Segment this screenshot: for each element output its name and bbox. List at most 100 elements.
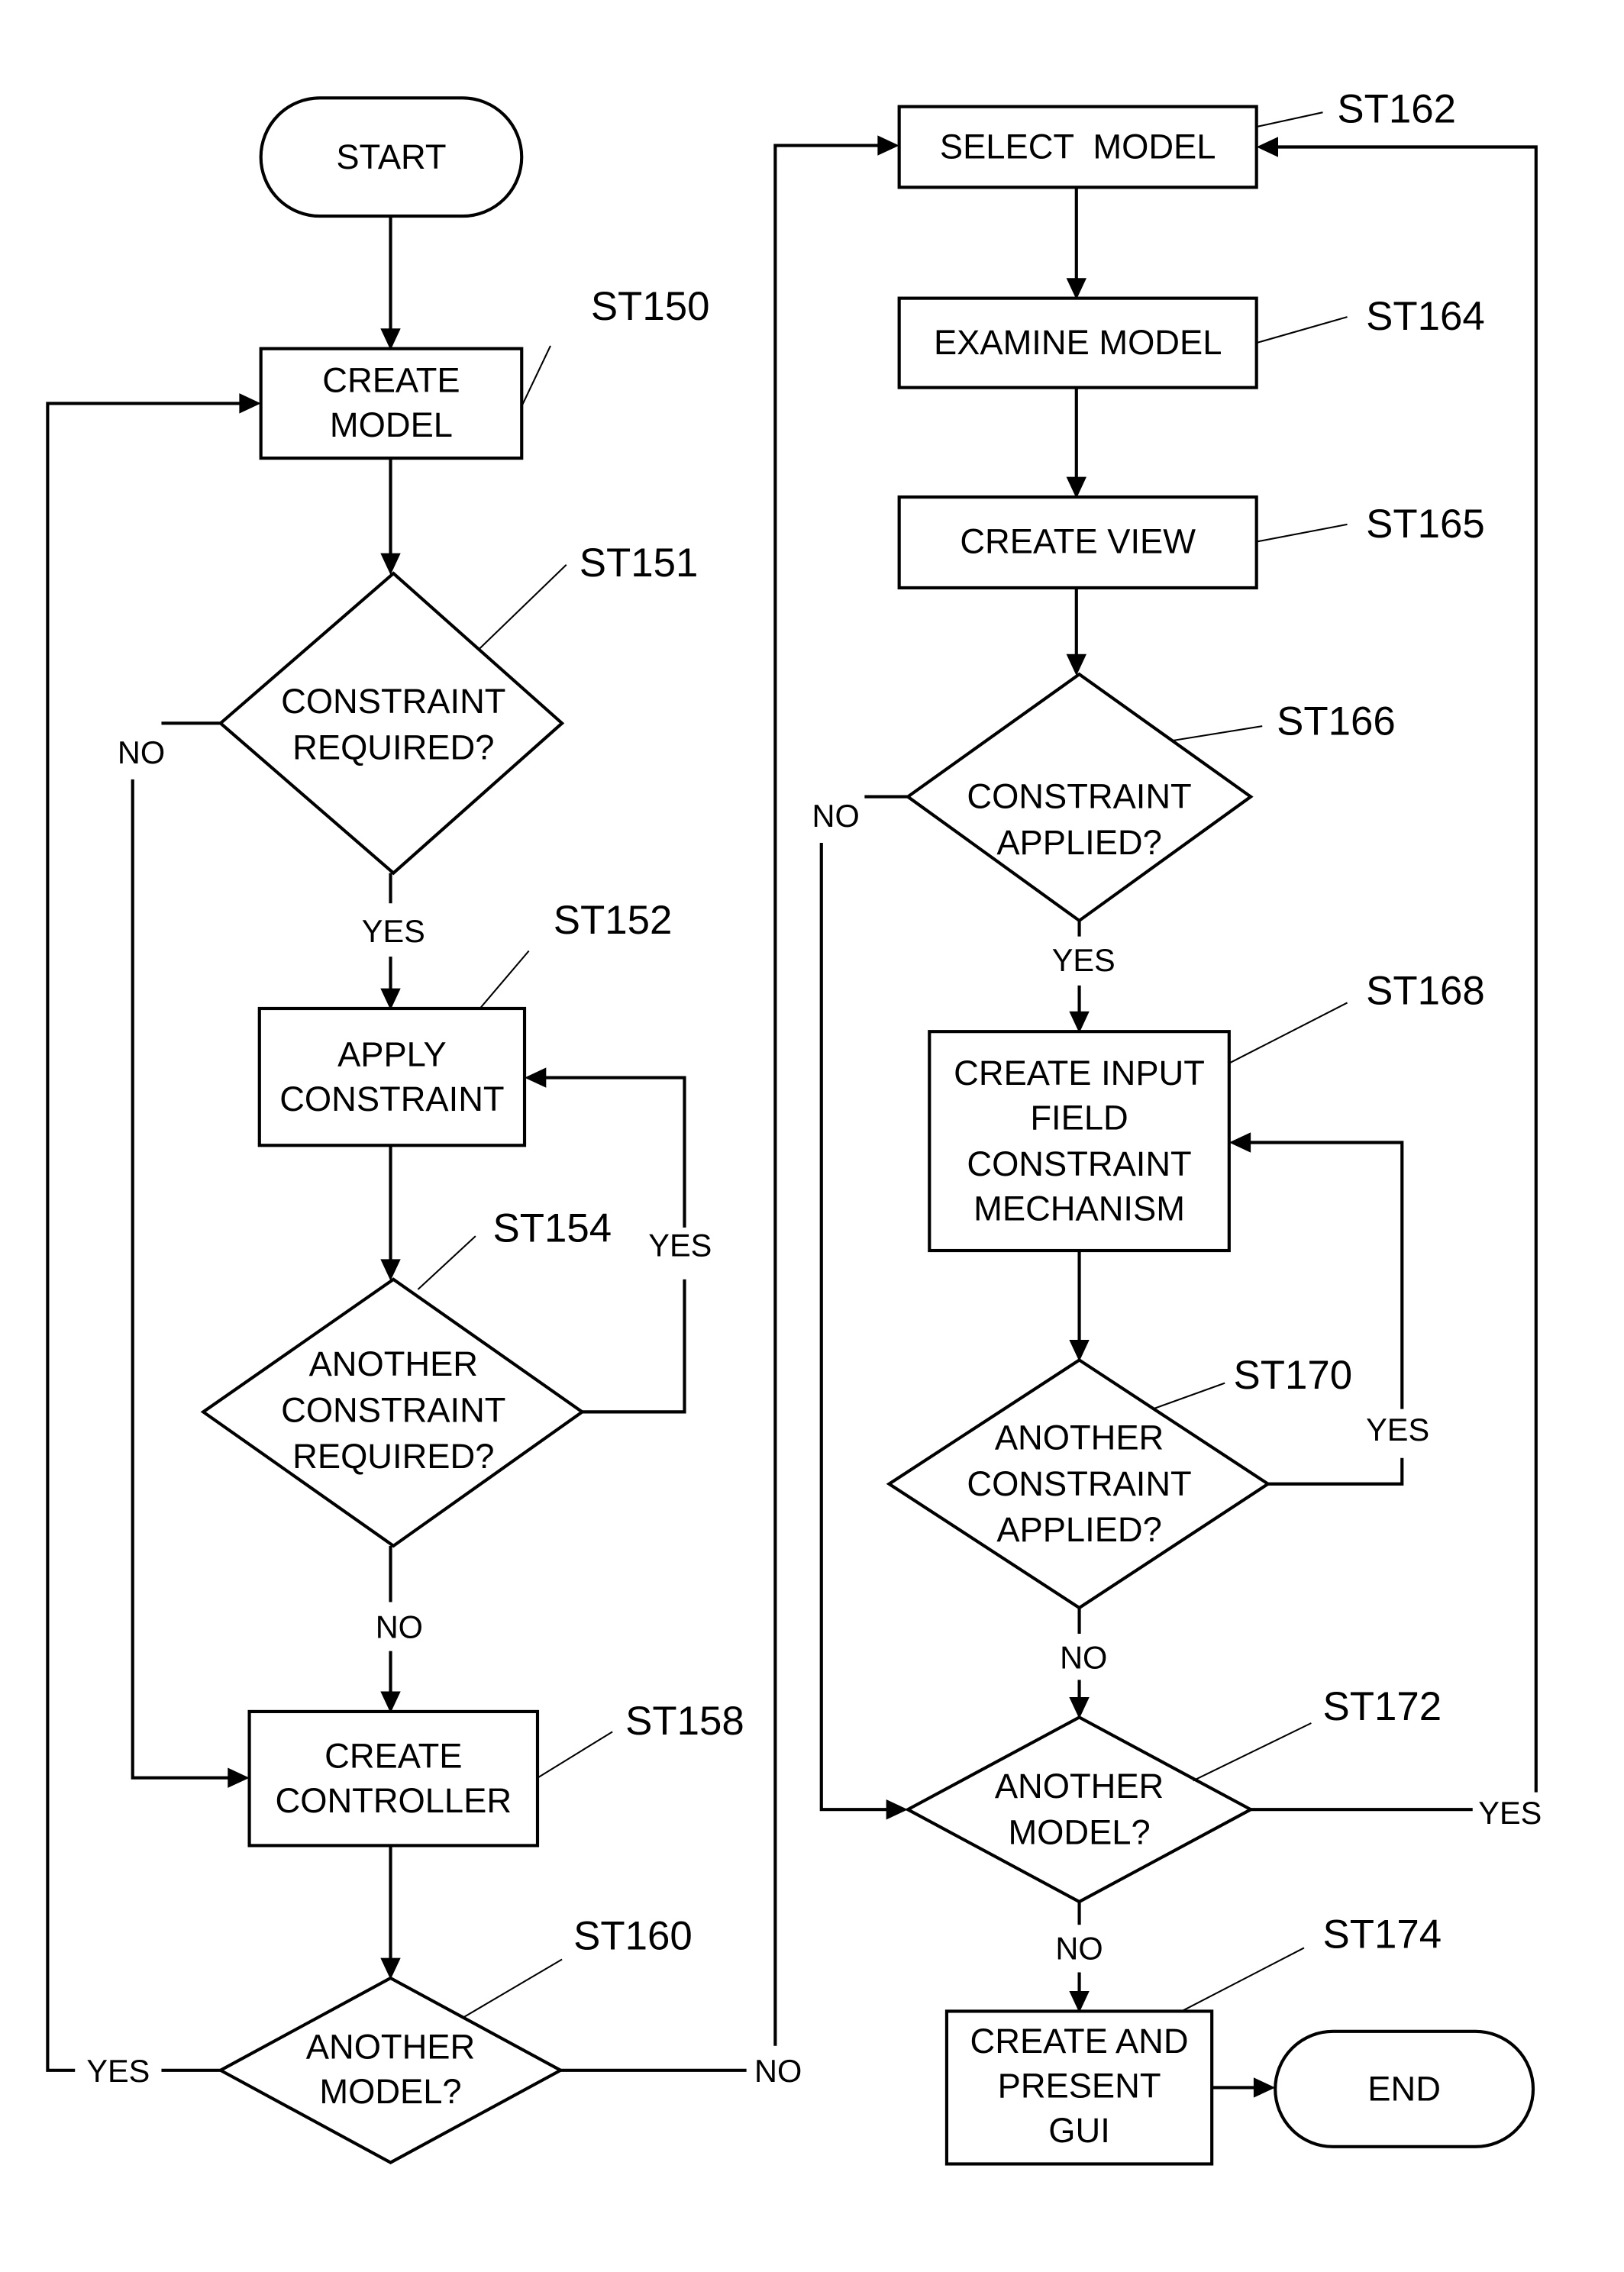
st150-label-line2: MODEL <box>330 405 453 444</box>
start-node: START <box>259 96 524 218</box>
st150-node: CREATE MODEL ST150 <box>259 284 710 460</box>
st158-box <box>247 1709 540 1848</box>
arrowhead <box>877 135 899 156</box>
end-label: END <box>1367 2069 1441 2108</box>
arrowhead <box>1066 278 1086 300</box>
st170-ref: ST170 <box>1233 1353 1352 1398</box>
arrowhead <box>1256 137 1278 157</box>
st172-yes-label: YES <box>1478 1795 1542 1831</box>
edge-st170-yes-stub <box>1267 1457 1404 1486</box>
st168-leader-line <box>1228 1002 1348 1064</box>
st152-box <box>257 1006 527 1147</box>
st154-leader-line <box>417 1235 476 1290</box>
st151-yes-label: YES <box>362 913 425 949</box>
st152-leader-line <box>479 950 530 1009</box>
st160-diamond <box>217 1976 564 2164</box>
st170-yes-label: YES <box>1366 1412 1429 1447</box>
st166-no-label: NO <box>812 798 860 834</box>
arrowhead <box>239 393 261 414</box>
st172-label-line1: ANOTHER <box>995 1767 1164 1806</box>
st168-label-line1: CREATE INPUT <box>954 1054 1205 1092</box>
st168-label-line4: MECHANISM <box>973 1189 1185 1228</box>
end-node: END <box>1274 2029 1535 2148</box>
st152-node: APPLY CONSTRAINT ST152 <box>257 898 673 1147</box>
arrowhead <box>1066 654 1086 676</box>
st160-no-label: NO <box>754 2053 802 2089</box>
edge-st151-no-to-st158 <box>131 779 231 1780</box>
st152-ref: ST152 <box>554 898 673 943</box>
st150-leader-line <box>521 345 551 407</box>
st151-label-line1: CONSTRAINT <box>281 682 505 721</box>
st154-node: ANOTHER CONSTRAINT REQUIRED? ST154 <box>200 1206 612 1548</box>
st162-ref: ST162 <box>1337 86 1456 131</box>
edge-st154-yes-to-st152 <box>543 1076 686 1228</box>
st168-label-line2: FIELD <box>1030 1099 1128 1138</box>
st158-ref: ST158 <box>625 1699 744 1744</box>
st172-node: ANOTHER MODEL? ST172 <box>904 1684 1442 1904</box>
st170-label-line2: CONSTRAINT <box>967 1464 1191 1503</box>
st168-ref: ST168 <box>1366 968 1485 1013</box>
st160-label-line1: ANOTHER <box>306 2028 475 2067</box>
st160-label-line2: MODEL? <box>319 2072 461 2111</box>
st172-diamond <box>904 1715 1254 1904</box>
st165-node: CREATE VIEW ST165 <box>897 495 1485 590</box>
st160-ref: ST160 <box>573 1913 693 1958</box>
arrowhead <box>380 328 401 350</box>
edge-st154-yes-stub <box>582 1279 686 1414</box>
arrowhead <box>380 553 401 575</box>
arrowhead <box>1069 1011 1090 1034</box>
edge-st166-no-to-st172 <box>819 842 889 1812</box>
st174-label-line1: CREATE AND <box>970 2022 1189 2061</box>
st158-node: CREATE CONTROLLER ST158 <box>247 1699 744 1848</box>
arrowhead <box>525 1067 547 1088</box>
st154-no-label: NO <box>376 1609 423 1645</box>
st152-label-line2: CONSTRAINT <box>279 1080 504 1118</box>
arrowhead <box>1069 1697 1090 1719</box>
st165-label: CREATE VIEW <box>960 522 1196 561</box>
st168-label-line3: CONSTRAINT <box>967 1144 1191 1183</box>
st174-leader-line <box>1181 1947 1305 2012</box>
st158-label-line2: CONTROLLER <box>276 1781 512 1820</box>
st151-no-label: NO <box>118 734 165 770</box>
edge-st160-no-to-st162 <box>773 144 881 2046</box>
st172-ref: ST172 <box>1322 1684 1442 1729</box>
arrowhead <box>380 1259 401 1281</box>
st150-ref: ST150 <box>591 284 710 329</box>
arrowhead <box>1066 476 1086 499</box>
st166-label-line2: APPLIED? <box>996 823 1161 862</box>
st174-label-line3: GUI <box>1048 2111 1110 2150</box>
st158-leader-line <box>537 1731 613 1779</box>
st154-label-line2: CONSTRAINT <box>281 1391 505 1430</box>
st160-node: ANOTHER MODEL? ST160 <box>217 1913 693 2164</box>
st165-ref: ST165 <box>1366 502 1485 547</box>
st166-leader-line <box>1173 725 1263 742</box>
st154-ref: ST154 <box>493 1206 612 1251</box>
st154-label-line3: REQUIRED? <box>292 1437 494 1476</box>
st152-label-line1: APPLY <box>337 1034 447 1073</box>
st170-no-label: NO <box>1060 1639 1107 1675</box>
edge-st160-yes-to-st150 <box>46 402 243 2072</box>
start-label: START <box>336 137 446 176</box>
arrowhead <box>380 988 401 1010</box>
st170-node: ANOTHER CONSTRAINT APPLIED? ST170 <box>886 1353 1352 1610</box>
st162-leader-line <box>1256 111 1323 128</box>
st166-ref: ST166 <box>1277 699 1396 744</box>
st172-label-line2: MODEL? <box>1008 1813 1150 1852</box>
arrowhead <box>1253 2077 1276 2098</box>
arrowhead <box>380 1691 401 1713</box>
st166-node: CONSTRAINT APPLIED? ST166 <box>905 672 1396 923</box>
st166-yes-label: YES <box>1052 942 1115 978</box>
st172-leader-line <box>1193 1722 1312 1782</box>
st158-label-line1: CREATE <box>324 1737 462 1776</box>
st162-label: SELECT MODEL <box>940 127 1216 166</box>
st151-label-line2: REQUIRED? <box>292 728 494 767</box>
arrowhead <box>228 1767 250 1788</box>
st162-node: SELECT MODEL ST162 <box>897 86 1456 189</box>
st174-ref: ST174 <box>1322 1912 1442 1957</box>
st164-node: EXAMINE MODEL ST164 <box>897 294 1485 389</box>
st150-label-line1: CREATE <box>322 360 460 399</box>
st164-ref: ST164 <box>1366 294 1485 339</box>
st154-label-line1: ANOTHER <box>309 1344 478 1383</box>
arrowhead <box>1228 1132 1251 1153</box>
st166-label-line1: CONSTRAINT <box>967 777 1191 816</box>
